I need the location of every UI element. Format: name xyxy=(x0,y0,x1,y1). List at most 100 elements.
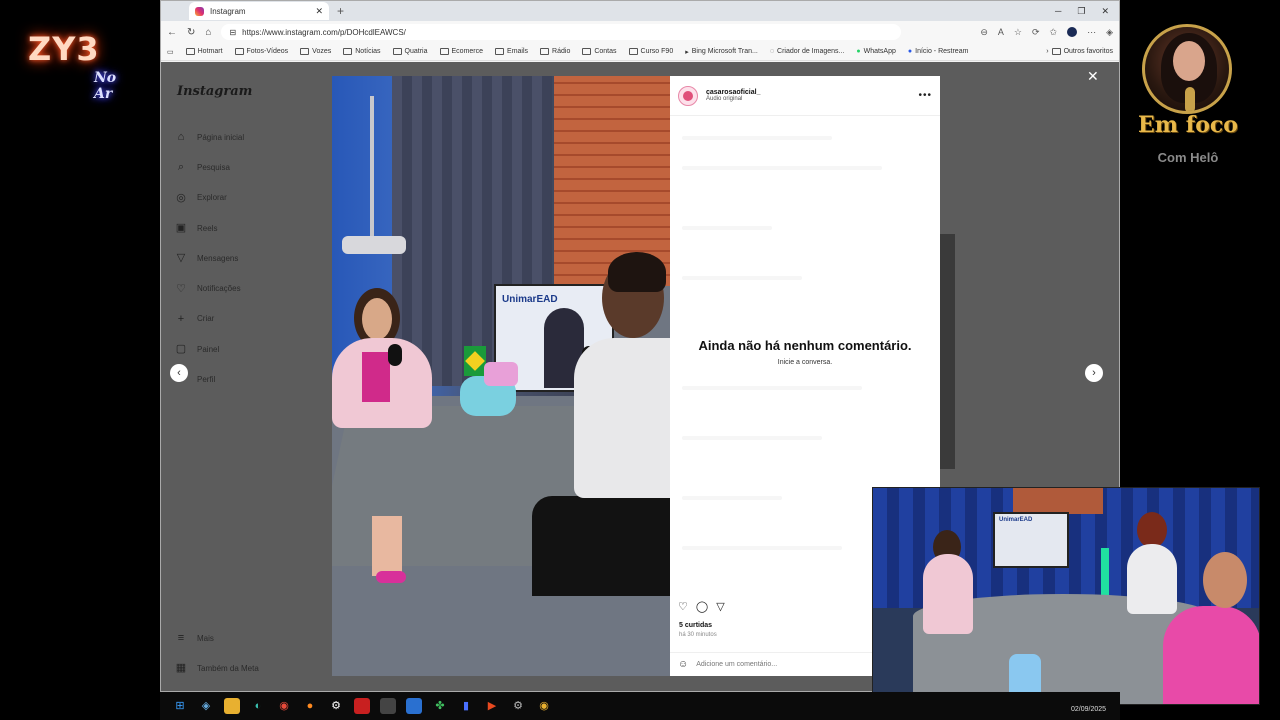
nav-item-search[interactable]: ⌕ Pesquisa xyxy=(175,152,244,182)
bookmark-item[interactable]: Fotos-Vídeos xyxy=(234,48,288,55)
nav-item-notifications[interactable]: ♡ Notificações xyxy=(175,273,244,303)
like-heart-icon[interactable]: ♡ xyxy=(678,600,688,613)
tab-title: Instagram xyxy=(210,6,246,16)
bookmark-item[interactable]: ● WhatsApp xyxy=(856,48,896,55)
likes-count[interactable]: 5 curtidas xyxy=(679,622,712,629)
calculator-icon[interactable] xyxy=(380,698,396,714)
webcam-tv-screen: UnimarEAD xyxy=(993,512,1069,568)
search-icon: ⌕ xyxy=(177,161,185,174)
avatar[interactable] xyxy=(678,85,698,106)
media-player-icon[interactable]: ▶ xyxy=(484,698,500,714)
post-username[interactable]: casarosaoficial_ xyxy=(706,89,760,96)
profile-avatar[interactable] xyxy=(1067,27,1078,37)
zy3-logo: ZY3 No Ar xyxy=(18,30,128,102)
home-icon[interactable]: ⌂ xyxy=(205,27,211,38)
back-icon[interactable]: ← xyxy=(167,27,177,38)
nav-item-create[interactable]: + Criar xyxy=(175,304,244,334)
site-info-icon[interactable]: ⊟ xyxy=(229,28,236,37)
nav-item-explore[interactable]: ◎ Explorar xyxy=(175,183,244,213)
previous-post-button[interactable]: ‹ xyxy=(170,364,188,382)
bookmark-item[interactable]: Hotmart xyxy=(185,48,223,55)
bookmark-item[interactable]: Quatria xyxy=(392,48,428,55)
bookmark-item[interactable]: Notícias xyxy=(343,48,381,55)
compass-icon: ◎ xyxy=(176,191,186,204)
bookmark-item[interactable]: Emails xyxy=(495,48,528,55)
zy3-logo-text: ZY3 xyxy=(28,30,100,68)
folder-icon xyxy=(495,48,505,55)
bookmark-item[interactable]: ◌ Criador de Imagens... xyxy=(770,48,844,55)
more-options-icon[interactable]: ••• xyxy=(918,90,932,101)
instagram-bottom-nav: ≡ Mais ▦ Também da Meta xyxy=(175,623,259,684)
copilot-icon[interactable]: ◈ xyxy=(1106,27,1113,38)
bookmark-item[interactable]: Ecomerce xyxy=(439,48,483,55)
zy3-logo-subtext: No Ar xyxy=(94,70,117,102)
bookmark-item[interactable]: ● Início - Restream xyxy=(908,48,969,55)
url-field[interactable]: ⊟ https://www.instagram.com/p/DOHcdlEAWC… xyxy=(221,24,902,40)
restream-icon: ● xyxy=(907,48,913,55)
settings-app-icon[interactable]: ⚙ xyxy=(328,698,344,714)
tab-bar: Instagram ✕ + ─ ❐ ✕ xyxy=(161,1,1119,21)
bookmark-item[interactable]: ▸ Bing Microsoft Tran... xyxy=(685,48,758,56)
post-audio-label[interactable]: Áudio original xyxy=(706,96,760,102)
bookmark-item[interactable]: Vozes xyxy=(300,48,331,55)
folder-icon xyxy=(185,48,195,55)
favorite-star-icon[interactable]: ☆ xyxy=(1014,27,1022,38)
tv-brand-text: UnimarEAD xyxy=(502,294,558,305)
taskbar: ⊞ ◈ ◐ ◉ ● ⚙ ✤ ▮ ▶ ⚙ ◉ xyxy=(160,692,1120,720)
post-timestamp: há 30 minutos xyxy=(679,632,717,638)
chrome-icon[interactable]: ◉ xyxy=(276,698,292,714)
bookmark-item[interactable]: Curso F90 xyxy=(628,48,673,55)
comment-input[interactable]: Adicione um comentário... xyxy=(696,661,777,668)
emoji-icon[interactable]: ☺ xyxy=(678,659,688,670)
nav-item-reels[interactable]: ▣ Reels xyxy=(175,213,244,243)
other-favorites[interactable]: › Outros favoritos xyxy=(1046,48,1113,55)
nav-item-more[interactable]: ≡ Mais xyxy=(175,623,259,653)
bing-icon: ▸ xyxy=(685,48,689,56)
nav-item-messages[interactable]: ▽ Mensagens xyxy=(175,243,244,273)
nav-item-dashboard[interactable]: ▢ Painel xyxy=(175,334,244,364)
file-explorer-icon[interactable] xyxy=(224,698,240,714)
folder-icon xyxy=(628,48,638,55)
bookmark-item[interactable]: Contas xyxy=(582,48,617,55)
favorites-icon[interactable]: ✩ xyxy=(1050,27,1058,38)
bookmark-item[interactable]: Rádio xyxy=(540,48,570,55)
chevron-right-icon: › xyxy=(1046,48,1049,55)
terminal-icon[interactable]: ▮ xyxy=(458,698,474,714)
maximize-button[interactable]: ❐ xyxy=(1077,6,1085,17)
taskbar-date[interactable]: 02/09/2025 xyxy=(1071,706,1106,713)
new-tab-button[interactable]: + xyxy=(337,4,344,18)
more-menu-icon[interactable]: ⋯ xyxy=(1087,27,1096,38)
gear-icon[interactable]: ⚙ xyxy=(510,698,526,714)
zoom-icon[interactable]: ⊖ xyxy=(980,27,988,38)
chrome-icon[interactable]: ◉ xyxy=(536,698,552,714)
minimize-button[interactable]: ─ xyxy=(1055,6,1061,17)
instagram-favicon-icon xyxy=(195,6,204,16)
tab-instagram[interactable]: Instagram ✕ xyxy=(189,2,329,20)
read-aloud-icon[interactable]: A xyxy=(998,27,1004,37)
nav-item-home[interactable]: ⌂ Página inicial xyxy=(175,122,244,152)
nav-item-meta[interactable]: ▦ Também da Meta xyxy=(175,653,259,683)
edge-browser-icon[interactable]: ◐ xyxy=(250,698,266,714)
apps-icon[interactable]: ✤ xyxy=(432,698,448,714)
webcam-tv-brand-text: UnimarEAD xyxy=(999,517,1033,523)
post-video[interactable]: UnimarEAD xyxy=(332,76,670,676)
close-window-button[interactable]: ✕ xyxy=(1101,6,1109,17)
close-tab-icon[interactable]: ✕ xyxy=(315,6,323,17)
next-post-button[interactable]: › xyxy=(1085,364,1103,382)
refresh-icon[interactable]: ↻ xyxy=(187,27,195,38)
close-modal-icon[interactable]: ✕ xyxy=(1087,68,1099,85)
post-header: casarosaoficial_ Áudio original ••• xyxy=(670,76,940,116)
instagram-logo[interactable]: Instagram xyxy=(177,84,252,99)
share-icon[interactable]: ▽ xyxy=(716,600,724,613)
folder-icon xyxy=(582,48,592,55)
streaming-app-icon[interactable] xyxy=(354,698,370,714)
copilot-icon[interactable]: ◈ xyxy=(198,698,214,714)
windows-start-icon[interactable]: ⊞ xyxy=(172,698,188,714)
firefox-icon[interactable]: ● xyxy=(302,698,318,714)
photos-icon[interactable] xyxy=(406,698,422,714)
bookmarks-menu-icon[interactable]: ▭ xyxy=(167,48,174,56)
bookmarks-bar: ▭ Hotmart Fotos-Vídeos Vozes Notícias Qu… xyxy=(161,43,1119,61)
extensions-icon[interactable]: ⟳ xyxy=(1032,27,1040,38)
home-icon: ⌂ xyxy=(177,131,185,144)
comment-icon[interactable]: ◯ xyxy=(696,600,708,613)
